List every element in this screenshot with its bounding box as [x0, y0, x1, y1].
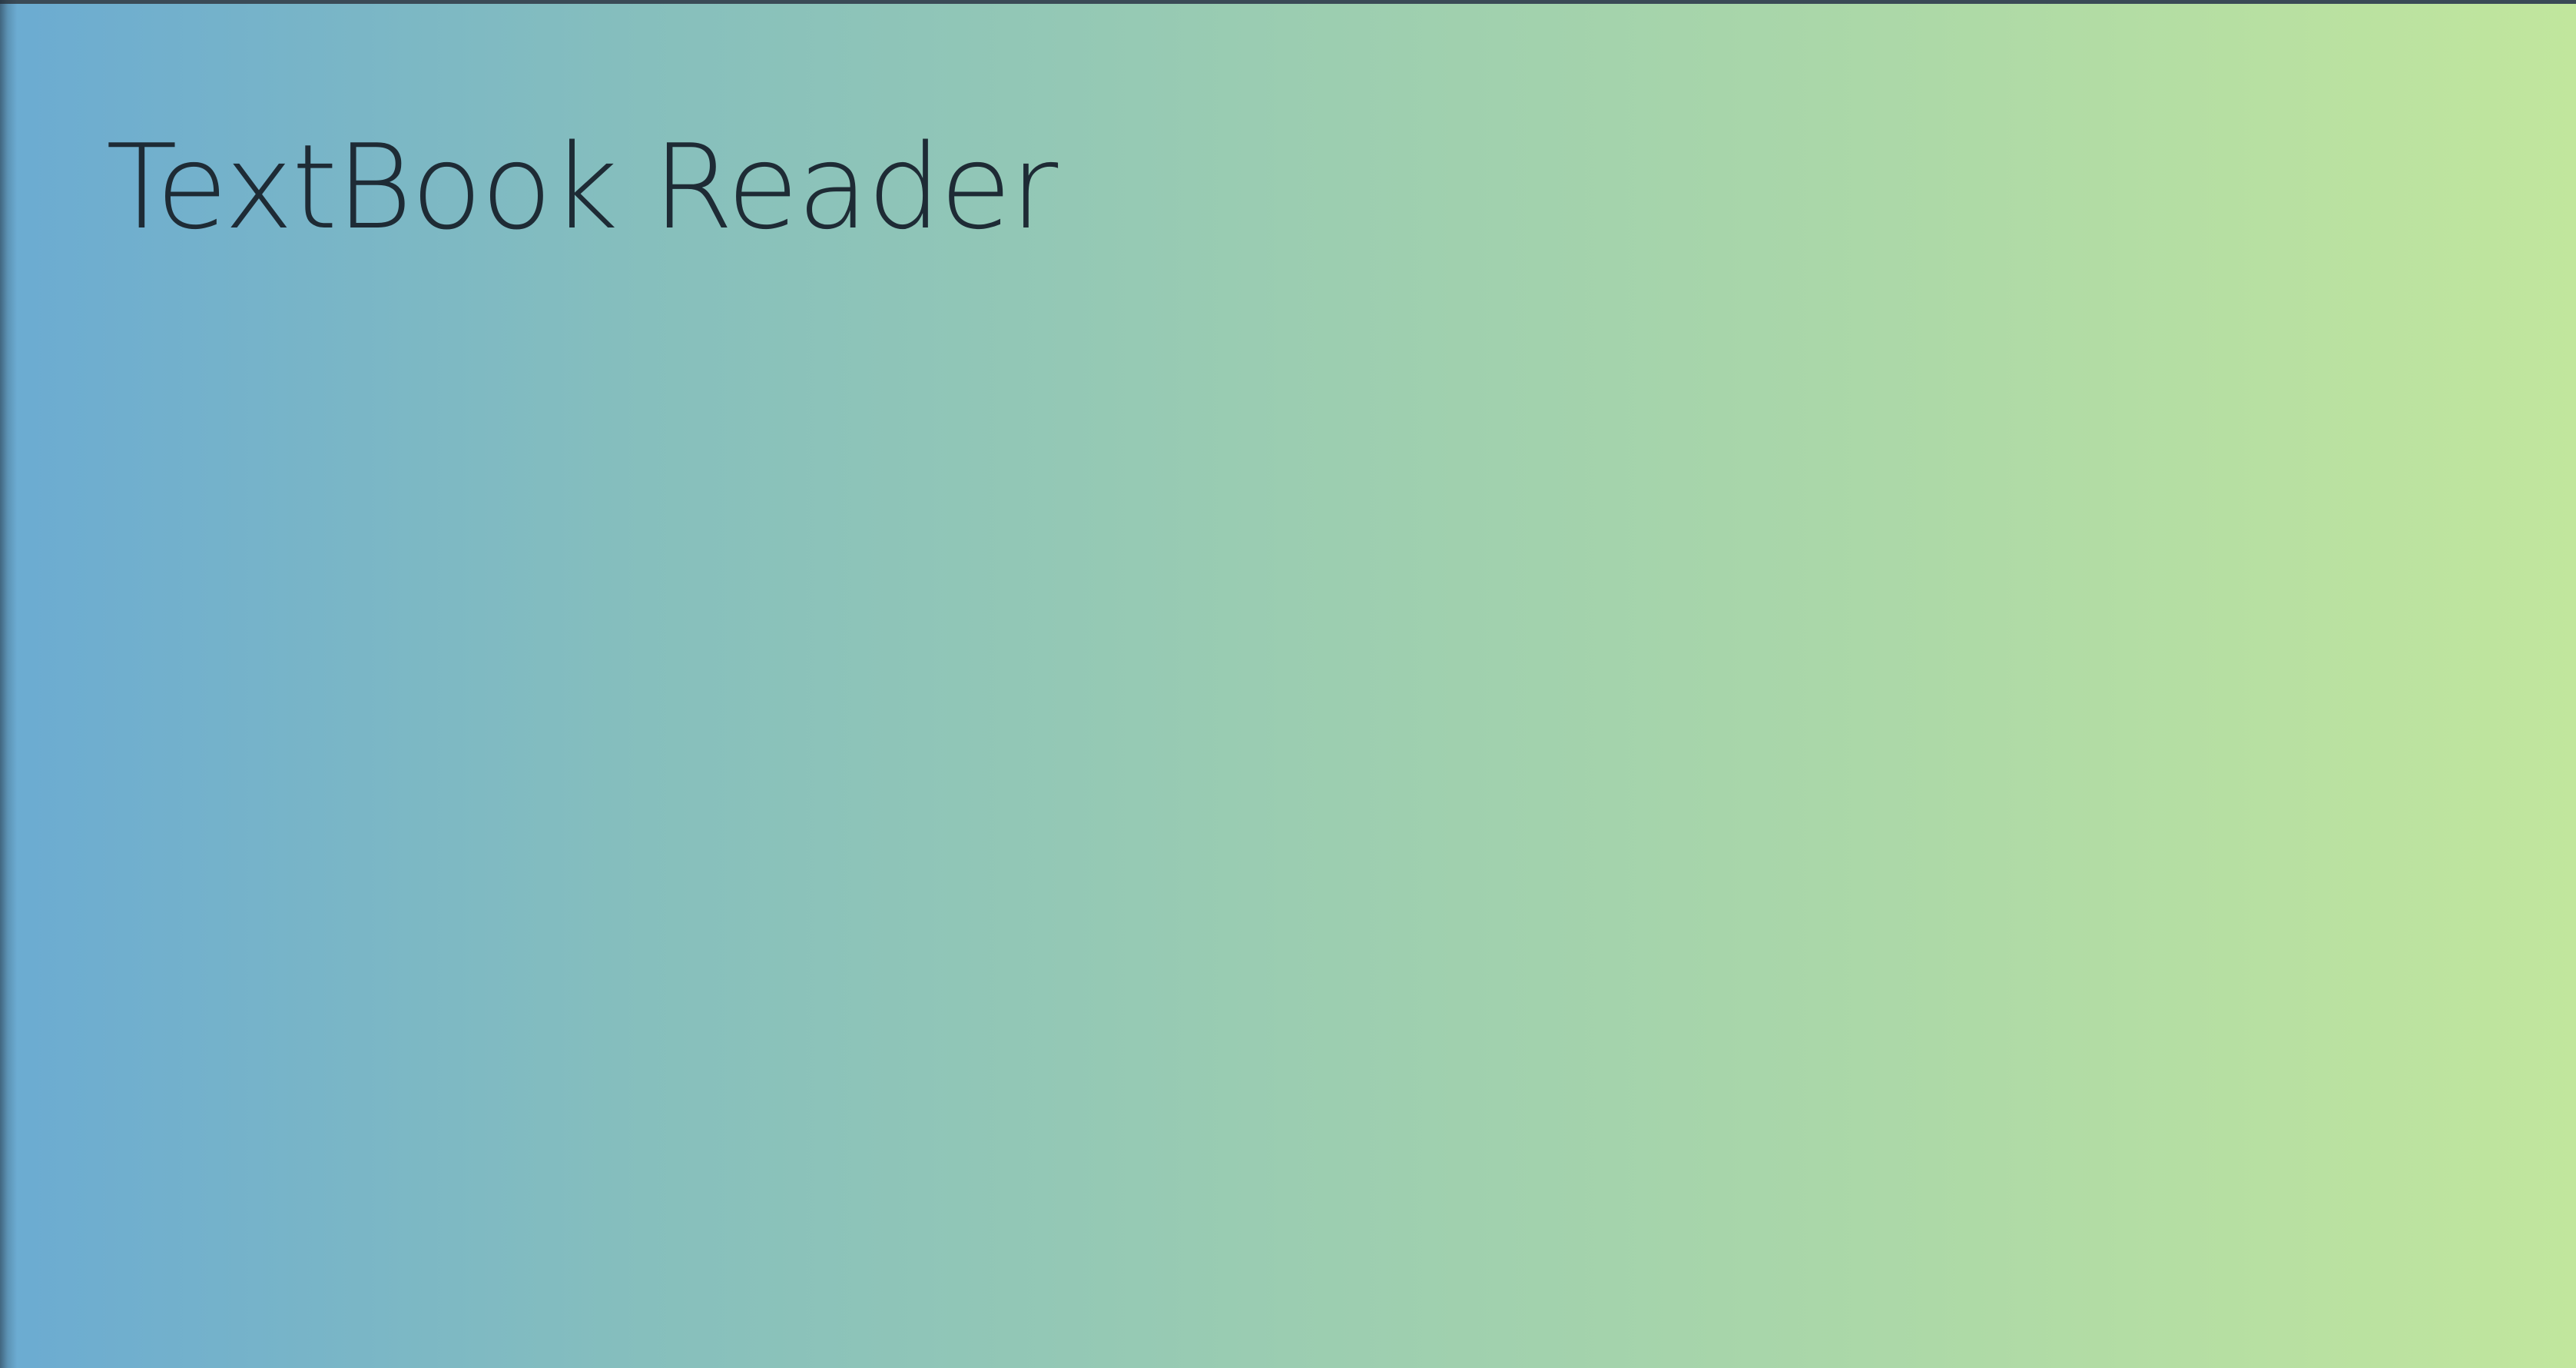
- app-window: TextBook Reader: [0, 0, 2576, 1368]
- window-top-border: [0, 0, 2576, 4]
- page-title: TextBook Reader: [106, 119, 1058, 255]
- window-left-edge-shadow: [0, 0, 17, 1368]
